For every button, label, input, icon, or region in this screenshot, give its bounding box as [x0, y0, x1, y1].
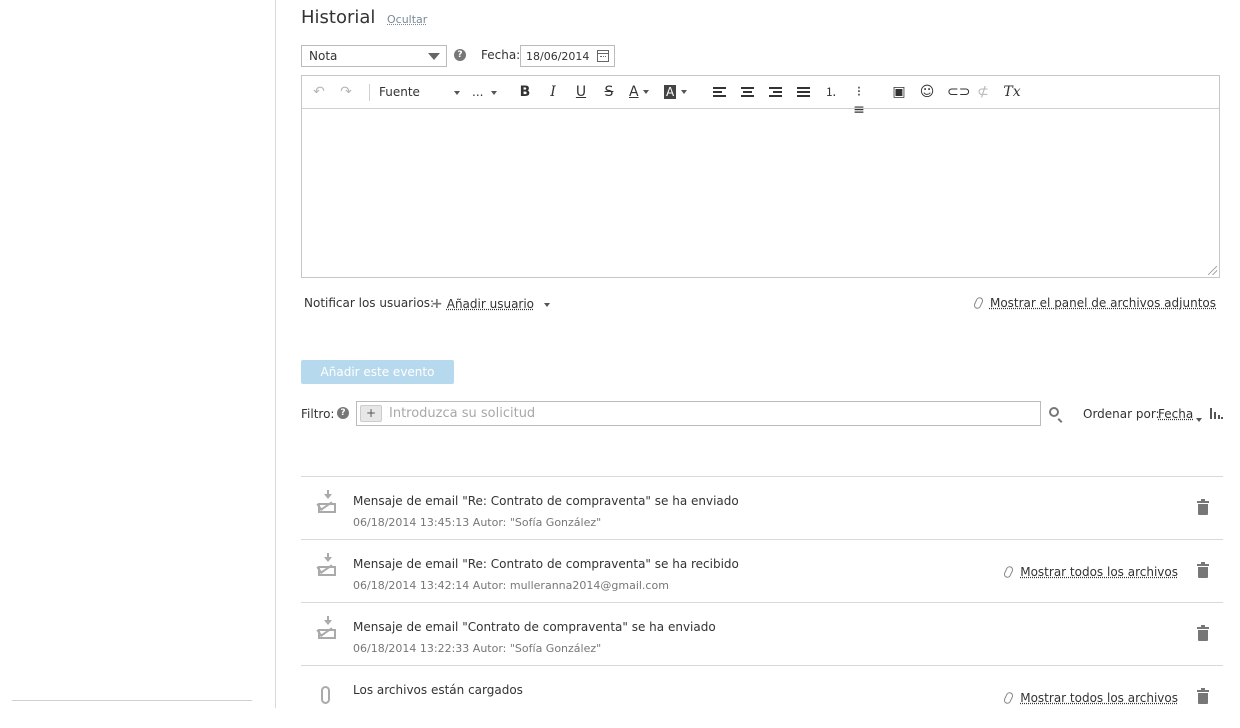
show-all-files-link[interactable]: Mostrar todos los archivos [1005, 691, 1178, 705]
envelope-icon [318, 560, 336, 576]
show-all-files-label: Mostrar todos los archivos [1020, 691, 1178, 705]
event-meta: 06/18/2014 13:22:33 Autor: "Sofía Gonzál… [353, 642, 601, 655]
chevron-down-icon [428, 53, 440, 60]
envelope-icon [318, 623, 336, 639]
resize-handle[interactable] [1208, 266, 1217, 275]
ordered-list-icon[interactable]: ⒈ [823, 83, 839, 101]
align-center-icon[interactable] [741, 87, 754, 98]
chevron-down-icon [544, 303, 550, 307]
event-title: Los archivos están cargados [353, 683, 523, 697]
unordered-list-icon[interactable]: ⁝≡ [851, 83, 867, 101]
emoji-icon[interactable]: ☺ [919, 83, 935, 101]
event-row: Mensaje de email "Re: Contrato de compra… [301, 476, 1223, 539]
unlink-icon[interactable]: ⊄ [975, 83, 991, 101]
text-color-icon: A [629, 84, 639, 100]
paperclip-icon [321, 686, 330, 704]
event-row: Mensaje de email "Re: Contrato de compra… [301, 539, 1223, 602]
clear-format-button[interactable]: Tx [1003, 83, 1021, 101]
sort-label: Ordenar por: [1083, 407, 1160, 421]
event-type-value: Nota [309, 49, 337, 63]
background-color-button[interactable]: A [664, 83, 690, 101]
add-filter-button[interactable]: + [360, 405, 382, 422]
font-label: Fuente [379, 85, 420, 99]
hide-link[interactable]: Ocultar [387, 13, 427, 26]
page-title: Historial [301, 7, 375, 28]
date-value: 18/06/2014 [526, 50, 589, 63]
link-icon[interactable]: ⊂⊃ [947, 83, 963, 101]
background-color-icon: A [664, 85, 676, 99]
toolbar-separator [369, 84, 370, 101]
event-title: Mensaje de email "Re: Contrato de compra… [353, 494, 739, 508]
trash-icon[interactable] [1198, 567, 1208, 578]
text-color-button[interactable]: A [629, 83, 653, 101]
sort-field-dropdown[interactable]: Fecha [1158, 407, 1193, 421]
rich-text-editor[interactable]: ↶ ↷ Fuente ... B I U S A A ⒈ ⁝≡ ▣ ☺ ⊂⊃ ⊄… [301, 75, 1220, 278]
event-meta: 06/18/2014 13:42:14 Autor: mulleranna201… [353, 579, 669, 592]
add-user-label: Añadir usuario [447, 297, 534, 311]
date-input[interactable]: 18/06/2014 [520, 45, 615, 67]
history-panel: Historial Ocultar Nota ? Fecha: 18/06/20… [301, 0, 1223, 708]
italic-button[interactable]: I [545, 83, 561, 101]
add-user-button[interactable]: + Añadir usuario [431, 296, 550, 312]
align-left-icon[interactable] [713, 87, 726, 98]
paperclip-icon [1003, 565, 1014, 579]
strikethrough-button[interactable]: S [601, 83, 617, 101]
show-all-files-label: Mostrar todos los archivos [1020, 565, 1178, 579]
sort-order-icon[interactable] [1210, 408, 1222, 419]
font-dropdown[interactable]: Fuente [379, 85, 460, 99]
chevron-down-icon [491, 91, 497, 95]
event-row: Mensaje de email "Contrato de compravent… [301, 602, 1223, 665]
trash-icon[interactable] [1198, 693, 1208, 704]
divider [12, 700, 252, 701]
show-all-files-link[interactable]: Mostrar todos los archivos [1005, 565, 1178, 579]
add-event-button[interactable]: Añadir este evento [301, 360, 454, 384]
event-row: Los archivos están cargados Mostrar todo… [301, 665, 1223, 728]
chevron-down-icon [643, 90, 649, 94]
search-icon[interactable] [1049, 407, 1059, 417]
trash-icon[interactable] [1198, 630, 1208, 641]
plus-icon: + [431, 296, 443, 312]
notify-label: Notificar los usuarios: [304, 296, 434, 310]
envelope-icon [318, 497, 336, 513]
size-dropdown[interactable]: ... [472, 85, 497, 99]
trash-icon[interactable] [1198, 504, 1208, 515]
editor-toolbar: ↶ ↷ Fuente ... B I U S A A ⒈ ⁝≡ ▣ ☺ ⊂⊃ ⊄… [302, 76, 1219, 109]
date-label: Fecha: [481, 48, 520, 62]
align-right-icon[interactable] [769, 87, 782, 98]
image-icon[interactable]: ▣ [891, 83, 907, 101]
chevron-down-icon[interactable] [1196, 412, 1202, 426]
paperclip-icon [973, 296, 984, 310]
calendar-icon[interactable] [597, 50, 609, 62]
left-panel [0, 0, 276, 708]
filter-input[interactable]: + Introduzca su solicitud [356, 401, 1041, 426]
paperclip-icon [1003, 691, 1014, 705]
event-title: Mensaje de email "Re: Contrato de compra… [353, 557, 739, 571]
event-meta: 06/18/2014 13:45:13 Autor: "Sofía Gonzál… [353, 516, 601, 529]
size-label: ... [472, 85, 483, 99]
event-title: Mensaje de email "Contrato de compravent… [353, 620, 716, 634]
chevron-down-icon [454, 91, 460, 95]
filter-placeholder: Introduzca su solicitud [389, 406, 535, 421]
bold-button[interactable]: B [517, 83, 533, 101]
underline-button[interactable]: U [573, 83, 589, 101]
align-justify-icon[interactable] [797, 87, 810, 98]
attachments-panel-label: Mostrar el panel de archivos adjuntos [990, 296, 1216, 310]
undo-icon[interactable]: ↶ [311, 83, 327, 101]
help-icon[interactable]: ? [454, 49, 466, 61]
help-icon[interactable]: ? [337, 407, 349, 419]
chevron-down-icon [681, 90, 687, 94]
filter-label: Filtro: [301, 407, 334, 421]
event-type-select[interactable]: Nota [301, 45, 447, 67]
show-attachments-panel-link[interactable]: Mostrar el panel de archivos adjuntos [975, 296, 1216, 310]
redo-icon[interactable]: ↷ [338, 83, 354, 101]
